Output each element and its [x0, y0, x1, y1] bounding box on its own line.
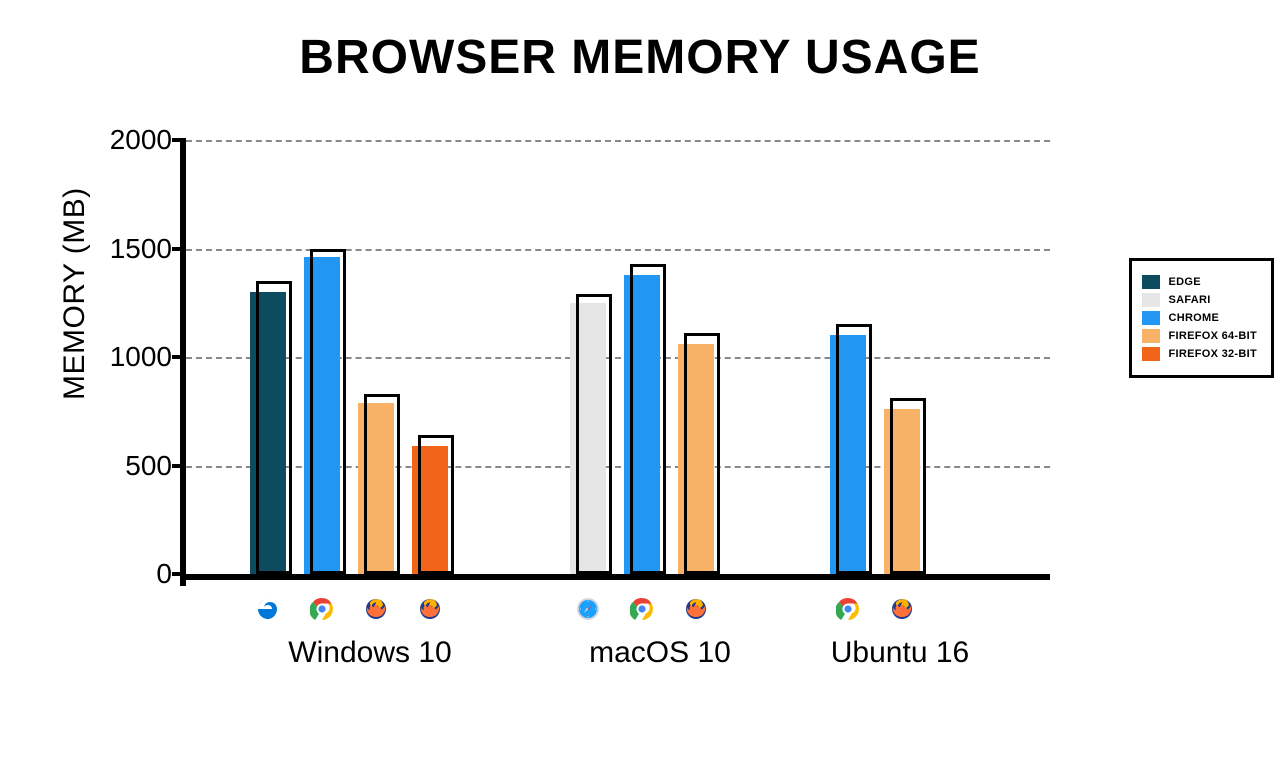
y-axis-label: MEMORY (MB) [58, 187, 92, 400]
chrome-icon [309, 596, 335, 622]
category-label: macOS 10 [550, 636, 770, 670]
legend-swatch [1142, 347, 1160, 361]
bar-outline [836, 324, 872, 574]
legend-label: FIREFOX 32-BIT [1168, 348, 1257, 360]
legend-item: EDGE [1142, 275, 1257, 289]
legend-label: CHROME [1168, 312, 1219, 324]
bar-outline [310, 249, 346, 575]
legend: EDGE SAFARI CHROME FIREFOX 64-BIT FIREFOX 32… [1129, 258, 1274, 378]
safari-icon [575, 596, 601, 622]
category-label: Windows 10 [230, 636, 510, 670]
chart-title: BROWSER MEMORY USAGE [0, 30, 1280, 85]
bar-outline [256, 281, 292, 574]
bar-outline [890, 398, 926, 574]
y-tick-label: 500 [92, 450, 172, 482]
x-axis-line [180, 574, 1050, 580]
y-tick-mark [172, 138, 186, 142]
y-tick-mark [172, 572, 186, 576]
y-tick-label: 0 [92, 558, 172, 590]
gridline [186, 140, 1050, 142]
legend-swatch [1142, 293, 1160, 307]
firefox-icon [889, 596, 915, 622]
legend-label: SAFARI [1168, 294, 1210, 306]
legend-item: FIREFOX 32-BIT [1142, 347, 1257, 361]
chrome-icon [835, 596, 861, 622]
bar-outline [576, 294, 612, 574]
legend-label: EDGE [1168, 276, 1200, 288]
bar-outline [418, 435, 454, 574]
legend-item: FIREFOX 64-BIT [1142, 329, 1257, 343]
category-label: Ubuntu 16 [810, 636, 990, 670]
firefox-icon [683, 596, 709, 622]
chrome-icon [629, 596, 655, 622]
y-tick-mark [172, 355, 186, 359]
y-tick-label: 1000 [92, 341, 172, 373]
plot-area: 0500100015002000Windows 10macOS 10Ubuntu… [180, 140, 1050, 580]
bar-outline [684, 333, 720, 574]
y-tick-mark [172, 464, 186, 468]
y-axis-line [180, 140, 186, 586]
y-tick-label: 2000 [92, 124, 172, 156]
legend-item: CHROME [1142, 311, 1257, 325]
legend-item: SAFARI [1142, 293, 1257, 307]
legend-swatch [1142, 311, 1160, 325]
legend-label: FIREFOX 64-BIT [1168, 330, 1257, 342]
legend-swatch [1142, 329, 1160, 343]
y-tick-mark [172, 247, 186, 251]
legend-swatch [1142, 275, 1160, 289]
firefox-icon [417, 596, 443, 622]
y-tick-label: 1500 [92, 233, 172, 265]
chart-area: 0500100015002000Windows 10macOS 10Ubuntu… [180, 140, 1130, 600]
edge-icon [255, 596, 281, 622]
bar-outline [630, 264, 666, 574]
firefox-icon [363, 596, 389, 622]
bar-outline [364, 394, 400, 574]
